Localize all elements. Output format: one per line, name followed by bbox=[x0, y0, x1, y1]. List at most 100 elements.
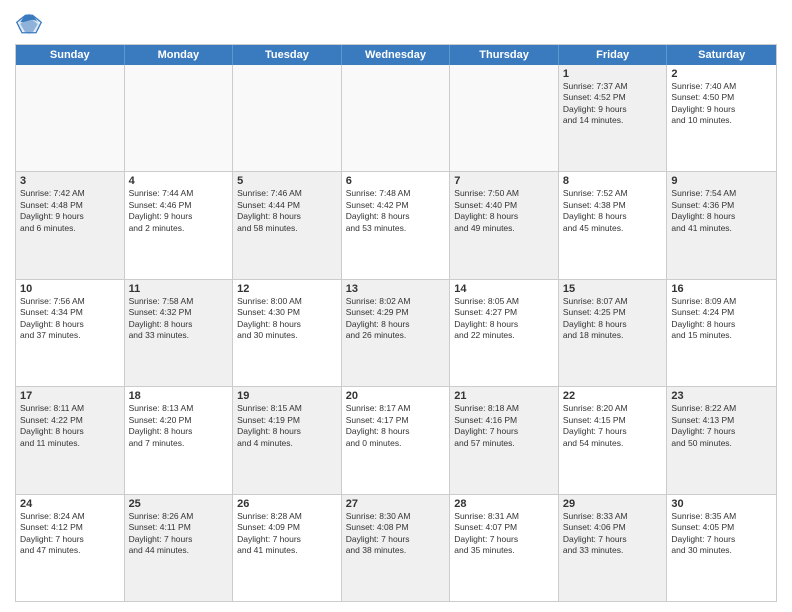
day-cell-2: 2Sunrise: 7:40 AM Sunset: 4:50 PM Daylig… bbox=[667, 65, 776, 171]
day-info: Sunrise: 7:54 AM Sunset: 4:36 PM Dayligh… bbox=[671, 188, 772, 234]
header bbox=[15, 10, 777, 38]
day-info: Sunrise: 8:24 AM Sunset: 4:12 PM Dayligh… bbox=[20, 511, 120, 557]
day-cell-22: 22Sunrise: 8:20 AM Sunset: 4:15 PM Dayli… bbox=[559, 387, 668, 493]
day-cell-14: 14Sunrise: 8:05 AM Sunset: 4:27 PM Dayli… bbox=[450, 280, 559, 386]
day-info: Sunrise: 8:31 AM Sunset: 4:07 PM Dayligh… bbox=[454, 511, 554, 557]
day-number: 12 bbox=[237, 283, 337, 295]
day-cell-7: 7Sunrise: 7:50 AM Sunset: 4:40 PM Daylig… bbox=[450, 172, 559, 278]
empty-cell-r0c4 bbox=[450, 65, 559, 171]
day-cell-30: 30Sunrise: 8:35 AM Sunset: 4:05 PM Dayli… bbox=[667, 495, 776, 601]
day-info: Sunrise: 7:37 AM Sunset: 4:52 PM Dayligh… bbox=[563, 81, 663, 127]
day-cell-6: 6Sunrise: 7:48 AM Sunset: 4:42 PM Daylig… bbox=[342, 172, 451, 278]
day-number: 1 bbox=[563, 68, 663, 80]
day-number: 14 bbox=[454, 283, 554, 295]
day-info: Sunrise: 8:35 AM Sunset: 4:05 PM Dayligh… bbox=[671, 511, 772, 557]
day-number: 18 bbox=[129, 390, 229, 402]
day-number: 22 bbox=[563, 390, 663, 402]
day-number: 29 bbox=[563, 498, 663, 510]
weekday-header-sunday: Sunday bbox=[16, 45, 125, 65]
day-number: 4 bbox=[129, 175, 229, 187]
day-info: Sunrise: 7:42 AM Sunset: 4:48 PM Dayligh… bbox=[20, 188, 120, 234]
day-info: Sunrise: 8:09 AM Sunset: 4:24 PM Dayligh… bbox=[671, 296, 772, 342]
calendar-row-4: 17Sunrise: 8:11 AM Sunset: 4:22 PM Dayli… bbox=[16, 386, 776, 493]
day-number: 11 bbox=[129, 283, 229, 295]
day-info: Sunrise: 8:20 AM Sunset: 4:15 PM Dayligh… bbox=[563, 403, 663, 449]
empty-cell-r0c1 bbox=[125, 65, 234, 171]
day-info: Sunrise: 8:30 AM Sunset: 4:08 PM Dayligh… bbox=[346, 511, 446, 557]
empty-cell-r0c0 bbox=[16, 65, 125, 171]
day-number: 9 bbox=[671, 175, 772, 187]
day-info: Sunrise: 8:00 AM Sunset: 4:30 PM Dayligh… bbox=[237, 296, 337, 342]
calendar-body: 1Sunrise: 7:37 AM Sunset: 4:52 PM Daylig… bbox=[16, 65, 776, 601]
weekday-header-friday: Friday bbox=[559, 45, 668, 65]
day-info: Sunrise: 7:44 AM Sunset: 4:46 PM Dayligh… bbox=[129, 188, 229, 234]
day-info: Sunrise: 8:02 AM Sunset: 4:29 PM Dayligh… bbox=[346, 296, 446, 342]
calendar-row-1: 1Sunrise: 7:37 AM Sunset: 4:52 PM Daylig… bbox=[16, 65, 776, 171]
day-cell-9: 9Sunrise: 7:54 AM Sunset: 4:36 PM Daylig… bbox=[667, 172, 776, 278]
day-number: 27 bbox=[346, 498, 446, 510]
weekday-header-monday: Monday bbox=[125, 45, 234, 65]
weekday-header-tuesday: Tuesday bbox=[233, 45, 342, 65]
day-number: 5 bbox=[237, 175, 337, 187]
day-number: 23 bbox=[671, 390, 772, 402]
day-cell-3: 3Sunrise: 7:42 AM Sunset: 4:48 PM Daylig… bbox=[16, 172, 125, 278]
day-cell-12: 12Sunrise: 8:00 AM Sunset: 4:30 PM Dayli… bbox=[233, 280, 342, 386]
day-cell-13: 13Sunrise: 8:02 AM Sunset: 4:29 PM Dayli… bbox=[342, 280, 451, 386]
day-cell-26: 26Sunrise: 8:28 AM Sunset: 4:09 PM Dayli… bbox=[233, 495, 342, 601]
day-cell-29: 29Sunrise: 8:33 AM Sunset: 4:06 PM Dayli… bbox=[559, 495, 668, 601]
day-cell-11: 11Sunrise: 7:58 AM Sunset: 4:32 PM Dayli… bbox=[125, 280, 234, 386]
day-info: Sunrise: 8:33 AM Sunset: 4:06 PM Dayligh… bbox=[563, 511, 663, 557]
day-number: 10 bbox=[20, 283, 120, 295]
day-cell-5: 5Sunrise: 7:46 AM Sunset: 4:44 PM Daylig… bbox=[233, 172, 342, 278]
day-number: 13 bbox=[346, 283, 446, 295]
logo bbox=[15, 10, 47, 38]
logo-icon bbox=[15, 10, 43, 38]
day-number: 24 bbox=[20, 498, 120, 510]
empty-cell-r0c2 bbox=[233, 65, 342, 171]
calendar-row-3: 10Sunrise: 7:56 AM Sunset: 4:34 PM Dayli… bbox=[16, 279, 776, 386]
day-cell-20: 20Sunrise: 8:17 AM Sunset: 4:17 PM Dayli… bbox=[342, 387, 451, 493]
calendar-row-2: 3Sunrise: 7:42 AM Sunset: 4:48 PM Daylig… bbox=[16, 171, 776, 278]
day-cell-1: 1Sunrise: 7:37 AM Sunset: 4:52 PM Daylig… bbox=[559, 65, 668, 171]
calendar-row-5: 24Sunrise: 8:24 AM Sunset: 4:12 PM Dayli… bbox=[16, 494, 776, 601]
day-number: 26 bbox=[237, 498, 337, 510]
day-info: Sunrise: 7:52 AM Sunset: 4:38 PM Dayligh… bbox=[563, 188, 663, 234]
day-cell-19: 19Sunrise: 8:15 AM Sunset: 4:19 PM Dayli… bbox=[233, 387, 342, 493]
day-info: Sunrise: 8:05 AM Sunset: 4:27 PM Dayligh… bbox=[454, 296, 554, 342]
day-info: Sunrise: 8:17 AM Sunset: 4:17 PM Dayligh… bbox=[346, 403, 446, 449]
day-info: Sunrise: 7:46 AM Sunset: 4:44 PM Dayligh… bbox=[237, 188, 337, 234]
day-number: 2 bbox=[671, 68, 772, 80]
day-info: Sunrise: 8:15 AM Sunset: 4:19 PM Dayligh… bbox=[237, 403, 337, 449]
day-cell-17: 17Sunrise: 8:11 AM Sunset: 4:22 PM Dayli… bbox=[16, 387, 125, 493]
day-number: 7 bbox=[454, 175, 554, 187]
empty-cell-r0c3 bbox=[342, 65, 451, 171]
weekday-header-saturday: Saturday bbox=[667, 45, 776, 65]
day-cell-18: 18Sunrise: 8:13 AM Sunset: 4:20 PM Dayli… bbox=[125, 387, 234, 493]
day-number: 15 bbox=[563, 283, 663, 295]
day-cell-28: 28Sunrise: 8:31 AM Sunset: 4:07 PM Dayli… bbox=[450, 495, 559, 601]
day-info: Sunrise: 8:07 AM Sunset: 4:25 PM Dayligh… bbox=[563, 296, 663, 342]
weekday-header-thursday: Thursday bbox=[450, 45, 559, 65]
weekday-header-wednesday: Wednesday bbox=[342, 45, 451, 65]
day-cell-23: 23Sunrise: 8:22 AM Sunset: 4:13 PM Dayli… bbox=[667, 387, 776, 493]
day-cell-25: 25Sunrise: 8:26 AM Sunset: 4:11 PM Dayli… bbox=[125, 495, 234, 601]
day-number: 3 bbox=[20, 175, 120, 187]
day-info: Sunrise: 8:22 AM Sunset: 4:13 PM Dayligh… bbox=[671, 403, 772, 449]
day-info: Sunrise: 7:48 AM Sunset: 4:42 PM Dayligh… bbox=[346, 188, 446, 234]
day-info: Sunrise: 7:58 AM Sunset: 4:32 PM Dayligh… bbox=[129, 296, 229, 342]
day-cell-16: 16Sunrise: 8:09 AM Sunset: 4:24 PM Dayli… bbox=[667, 280, 776, 386]
day-info: Sunrise: 8:11 AM Sunset: 4:22 PM Dayligh… bbox=[20, 403, 120, 449]
day-info: Sunrise: 8:26 AM Sunset: 4:11 PM Dayligh… bbox=[129, 511, 229, 557]
day-cell-8: 8Sunrise: 7:52 AM Sunset: 4:38 PM Daylig… bbox=[559, 172, 668, 278]
day-number: 25 bbox=[129, 498, 229, 510]
day-info: Sunrise: 8:28 AM Sunset: 4:09 PM Dayligh… bbox=[237, 511, 337, 557]
day-cell-10: 10Sunrise: 7:56 AM Sunset: 4:34 PM Dayli… bbox=[16, 280, 125, 386]
day-cell-24: 24Sunrise: 8:24 AM Sunset: 4:12 PM Dayli… bbox=[16, 495, 125, 601]
day-number: 28 bbox=[454, 498, 554, 510]
day-cell-21: 21Sunrise: 8:18 AM Sunset: 4:16 PM Dayli… bbox=[450, 387, 559, 493]
day-info: Sunrise: 8:13 AM Sunset: 4:20 PM Dayligh… bbox=[129, 403, 229, 449]
calendar-header: SundayMondayTuesdayWednesdayThursdayFrid… bbox=[16, 45, 776, 65]
day-cell-27: 27Sunrise: 8:30 AM Sunset: 4:08 PM Dayli… bbox=[342, 495, 451, 601]
day-number: 17 bbox=[20, 390, 120, 402]
day-number: 8 bbox=[563, 175, 663, 187]
